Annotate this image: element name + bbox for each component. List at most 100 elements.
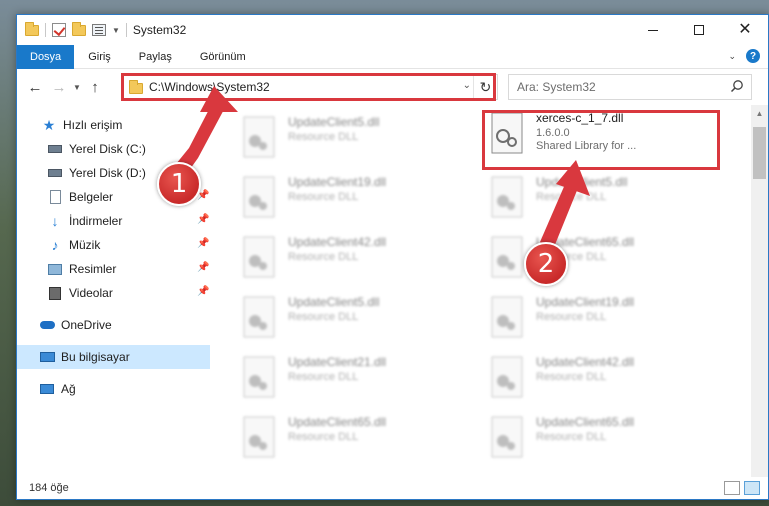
dll-file-icon <box>240 295 280 345</box>
ribbon-right-controls: ⌄ ? <box>728 49 760 63</box>
sidebar-item-label: İndirmeler <box>69 214 123 228</box>
dll-file-icon <box>240 235 280 285</box>
large-icons-view-icon[interactable] <box>744 481 760 495</box>
sidebar-item-pictures[interactable]: Resimler 📌 <box>17 257 212 281</box>
sidebar-item-label: Ağ <box>61 382 76 396</box>
drive-icon <box>47 165 63 181</box>
sidebar-item-label: Hızlı erişim <box>63 118 123 132</box>
dll-file-icon <box>488 355 528 405</box>
file-type: Resource DLL <box>536 371 607 383</box>
pin-icon[interactable]: 📌 <box>197 214 209 225</box>
search-icon[interactable] <box>730 79 744 93</box>
sidebar-item-label: Resimler <box>69 262 117 276</box>
music-icon: ♪ <box>51 237 59 253</box>
pin-icon[interactable]: 📌 <box>197 238 209 249</box>
dll-file-icon <box>488 235 528 285</box>
file-item[interactable]: UpdateClient19.dll Resource DLL <box>240 175 476 235</box>
file-item[interactable]: UpdateClient21.dll Resource DLL <box>240 355 476 415</box>
cloud-icon <box>39 317 55 333</box>
sidebar-item-music[interactable]: ♪ Müzik 📌 <box>17 233 212 257</box>
sidebar-item-label: Yerel Disk (C:) <box>69 142 146 156</box>
file-type: Resource DLL <box>536 431 607 443</box>
file-type: Resource DLL <box>536 311 607 323</box>
file-item[interactable]: UpdateClient5.dll Resource DLL <box>240 115 476 175</box>
step-badge-2: 2 <box>524 242 568 286</box>
folder-icon <box>129 80 143 94</box>
scrollbar-thumb[interactable] <box>753 127 766 179</box>
properties-check-icon[interactable] <box>52 23 66 37</box>
back-button[interactable]: ← <box>23 79 47 96</box>
documents-icon <box>47 189 63 205</box>
tab-file[interactable]: Dosya <box>17 44 75 69</box>
window-title: System32 <box>132 23 187 37</box>
file-item[interactable]: UpdateClient5.dll Resource DLL <box>488 175 724 235</box>
dll-file-icon <box>488 295 528 345</box>
file-type: Resource DLL <box>536 191 607 203</box>
expand-ribbon-icon[interactable]: ⌄ <box>728 51 736 62</box>
search-box[interactable] <box>508 74 752 100</box>
address-path[interactable]: C:\Windows\System32 <box>149 80 270 94</box>
recent-locations-dropdown[interactable]: ▼ <box>71 83 83 92</box>
download-icon: ↓ <box>51 213 59 229</box>
tab-share[interactable]: Paylaş <box>125 45 186 69</box>
customize-toolbar-icon[interactable] <box>92 24 106 36</box>
file-type: Shared Library for ... <box>536 140 637 152</box>
search-input[interactable] <box>517 80 717 94</box>
sidebar-item-label: Videolar <box>69 286 113 300</box>
sidebar-item-videos[interactable]: Videolar 📌 <box>17 281 212 305</box>
folder-icon <box>25 21 39 36</box>
sidebar-item-onedrive[interactable]: OneDrive <box>17 313 212 337</box>
sidebar-item-this-pc[interactable]: Bu bilgisayar <box>17 345 210 369</box>
sidebar-item-label: Müzik <box>69 238 101 252</box>
address-bar[interactable]: C:\Windows\System32 ⌄ ↻ <box>122 74 498 100</box>
sidebar-item-label: Bu bilgisayar <box>61 350 130 364</box>
file-item[interactable]: UpdateClient42.dll Resource DLL <box>240 235 476 295</box>
file-type: Resource DLL <box>288 251 359 263</box>
maximize-icon <box>694 25 704 35</box>
file-name: UpdateClient5.dll <box>288 295 380 309</box>
file-name: UpdateClient5.dll <box>536 175 628 189</box>
file-item[interactable]: UpdateClient5.dll Resource DLL <box>240 295 476 355</box>
minimize-button[interactable] <box>630 15 676 45</box>
file-name: UpdateClient42.dll <box>536 355 635 369</box>
sidebar-item-network[interactable]: Ağ <box>17 377 212 401</box>
address-dropdown-icon[interactable]: ⌄ <box>463 80 471 91</box>
ribbon-tabs: Dosya Giriş Paylaş Görünüm ⌄ ? <box>17 44 768 69</box>
dll-file-icon <box>240 355 280 405</box>
forward-button[interactable]: → <box>47 79 71 96</box>
file-type: Resource DLL <box>288 311 359 323</box>
videos-icon <box>47 285 63 301</box>
sidebar-item-drive-c[interactable]: Yerel Disk (C:) <box>17 137 212 161</box>
pin-icon[interactable]: 📌 <box>197 286 209 297</box>
toolbar-dropdown-icon[interactable]: ▼ <box>112 26 120 35</box>
file-item-xerces[interactable]: xerces-c_1_7.dll 1.6.0.0 Shared Library … <box>488 111 724 171</box>
file-type: Resource DLL <box>288 191 359 203</box>
tab-home[interactable]: Giriş <box>74 45 125 69</box>
view-buttons <box>724 481 760 495</box>
refresh-button[interactable]: ↻ <box>473 75 497 99</box>
up-button[interactable]: ↑ <box>83 79 107 96</box>
maximize-button[interactable] <box>676 15 722 45</box>
close-button[interactable]: ✕ <box>722 15 768 45</box>
file-name: xerces-c_1_7.dll <box>536 111 624 125</box>
status-bar: 184 öğe <box>17 477 768 499</box>
scroll-up-arrow-icon[interactable]: ▲ <box>751 105 768 122</box>
title-bar: ▼ System32 ✕ <box>17 15 768 45</box>
vertical-scrollbar[interactable]: ▲ <box>751 105 768 477</box>
file-item[interactable]: UpdateClient42.dll Resource DLL <box>488 355 724 415</box>
sidebar-item-label: Yerel Disk (D:) <box>69 166 146 180</box>
pin-icon[interactable]: 📌 <box>197 262 209 273</box>
file-item[interactable]: UpdateClient65.dll Resource DLL <box>488 415 724 475</box>
sidebar-item-quick-access[interactable]: ★ Hızlı erişim <box>17 113 212 137</box>
new-folder-icon[interactable] <box>72 21 86 36</box>
file-item[interactable]: UpdateClient65.dll Resource DLL <box>240 415 476 475</box>
step-badge-1: 1 <box>157 162 201 206</box>
file-name: UpdateClient42.dll <box>288 235 387 249</box>
file-name: UpdateClient5.dll <box>288 115 380 129</box>
details-view-icon[interactable] <box>724 481 740 495</box>
file-item[interactable]: UpdateClient19.dll Resource DLL <box>488 295 724 355</box>
file-name: UpdateClient65.dll <box>536 415 635 429</box>
tab-view[interactable]: Görünüm <box>186 45 260 69</box>
help-icon[interactable]: ? <box>746 49 760 63</box>
sidebar-item-downloads[interactable]: ↓ İndirmeler 📌 <box>17 209 212 233</box>
